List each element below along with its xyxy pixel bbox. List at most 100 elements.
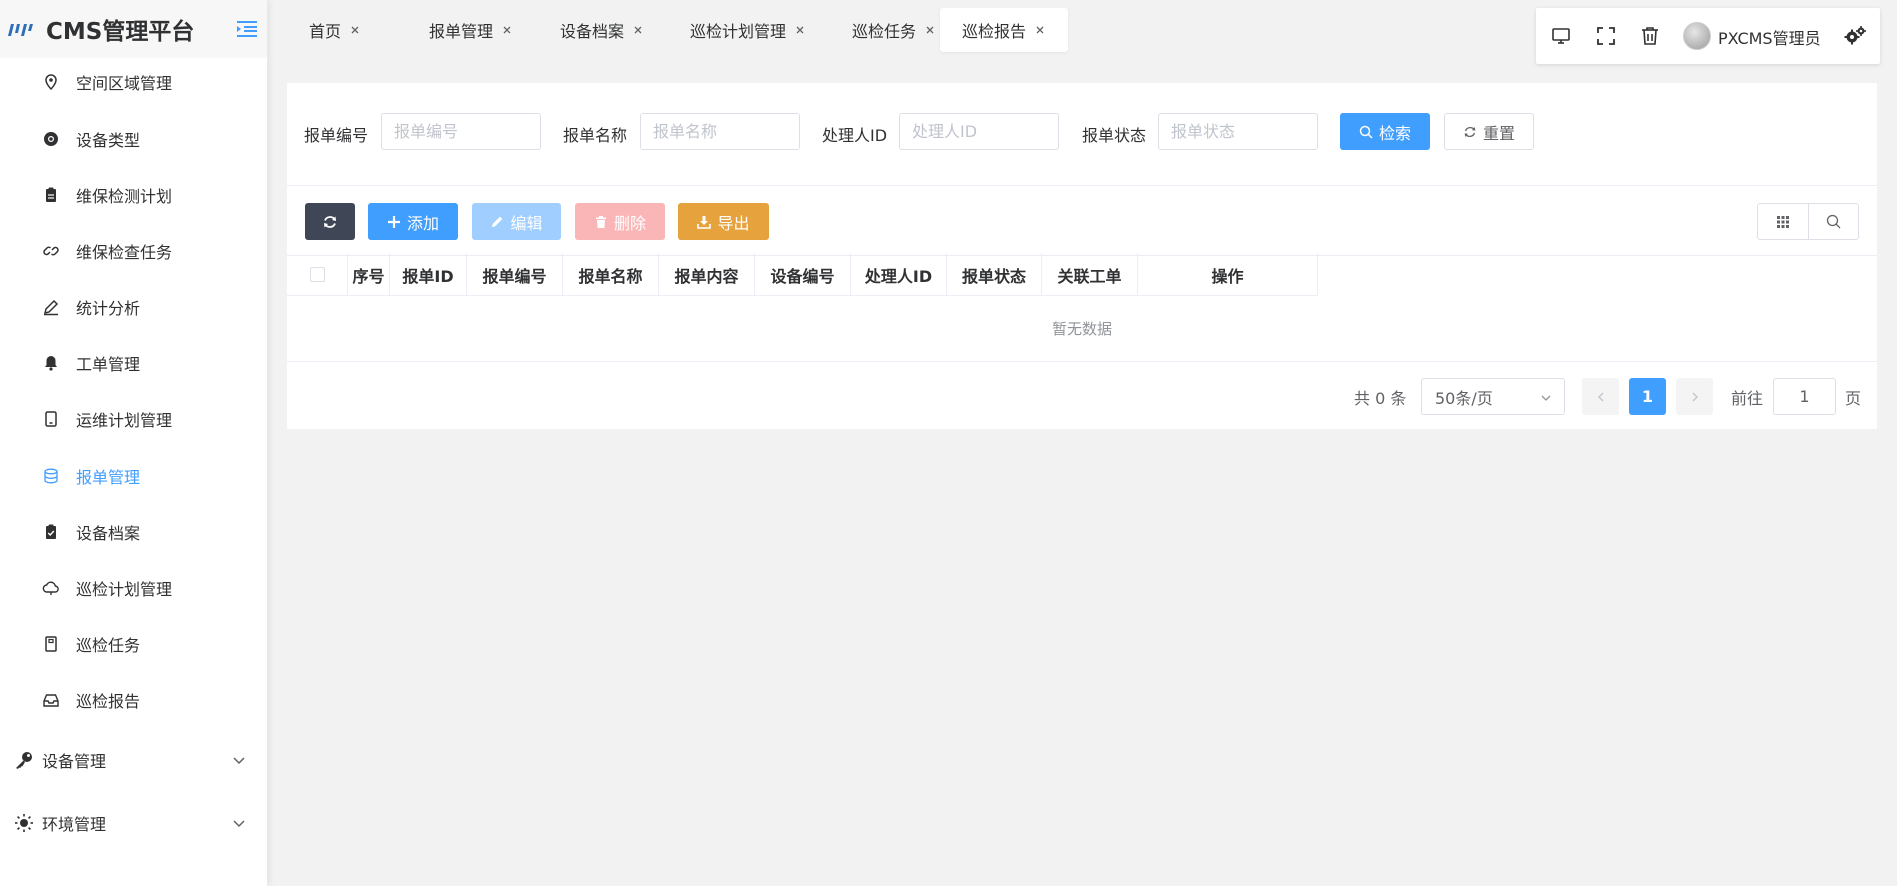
tab-inspection-report[interactable]: 巡检报告 — [940, 8, 1069, 52]
notebook-icon — [42, 635, 60, 653]
close-icon[interactable] — [924, 24, 936, 36]
report-name-input[interactable] — [640, 113, 800, 150]
sidebar-item-statistics[interactable]: 统计分析 — [0, 287, 268, 327]
trash-icon[interactable] — [1638, 24, 1662, 48]
handler-id-input[interactable] — [899, 113, 1059, 150]
search-form: 报单编号 报单名称 处理人ID 报单状态 检索 重置 — [287, 83, 1877, 186]
column-header[interactable]: 报单ID — [390, 253, 467, 296]
refresh-button[interactable] — [305, 203, 355, 240]
column-header[interactable]: 序号 — [348, 253, 390, 296]
close-icon[interactable] — [1034, 24, 1046, 36]
close-icon[interactable] — [632, 24, 644, 36]
sidebar-item-label: 维保检查任务 — [76, 243, 173, 262]
fullscreen-icon[interactable] — [1594, 24, 1618, 48]
chevron-down-icon — [1540, 392, 1552, 404]
sidebar-item-work-order[interactable]: 工单管理 — [0, 343, 268, 383]
column-header[interactable]: 报单编号 — [467, 253, 563, 296]
sidebar-item-maintenance-task[interactable]: 维保检查任务 — [0, 231, 268, 271]
brand-header: CMS管理平台 — [0, 0, 267, 58]
reset-button-label: 重置 — [1482, 123, 1515, 143]
edit-button[interactable]: 编辑 — [472, 203, 561, 240]
search-button[interactable]: 检索 — [1340, 113, 1430, 150]
search-icon — [1826, 214, 1841, 229]
sidebar-item-ops-plan[interactable]: 运维计划管理 — [0, 399, 268, 439]
goto-suffix: 页 — [1845, 389, 1862, 408]
tab-report-management[interactable]: 报单管理 — [407, 8, 535, 52]
action-toolbar: 添加 编辑 删除 导出 — [287, 187, 1877, 256]
sidebar-group-device-management[interactable]: 设备管理 — [0, 738, 268, 782]
chevron-down-icon — [232, 753, 246, 767]
sidebar-item-inspection-task[interactable]: 巡检任务 — [0, 624, 268, 664]
column-header[interactable]: 设备编号 — [755, 253, 851, 296]
prev-page-button[interactable] — [1582, 378, 1619, 415]
close-icon[interactable] — [349, 24, 361, 36]
sidebar-group-label: 设备管理 — [42, 752, 107, 771]
add-button-label: 添加 — [406, 213, 439, 233]
sidebar-item-label: 设备档案 — [76, 524, 141, 543]
sidebar-group-environment-management[interactable]: 环境管理 — [0, 801, 268, 845]
column-header[interactable]: 报单名称 — [563, 253, 659, 296]
select-all-checkbox[interactable] — [309, 267, 325, 282]
edit-button-label: 编辑 — [510, 213, 543, 233]
chevron-right-icon — [1690, 392, 1700, 402]
close-icon[interactable] — [794, 24, 806, 36]
export-button[interactable]: 导出 — [678, 203, 769, 240]
tab-label: 报单管理 — [429, 22, 494, 41]
column-header[interactable]: 关联工单 — [1042, 253, 1138, 296]
sidebar-group-label: 环境管理 — [42, 815, 107, 834]
delete-button[interactable]: 删除 — [575, 203, 665, 240]
tab-label: 巡检计划管理 — [690, 22, 787, 41]
tab-inspection-task[interactable]: 巡检任务 — [830, 8, 958, 52]
avatar[interactable] — [1683, 22, 1711, 50]
sidebar-item-inspection-plan[interactable]: 巡检计划管理 — [0, 568, 268, 608]
settings-gears-icon[interactable] — [1843, 24, 1867, 48]
collapse-menu-icon[interactable] — [236, 20, 258, 38]
clipboard-icon — [42, 186, 60, 204]
column-header[interactable]: 报单内容 — [659, 253, 755, 296]
page-number-current[interactable]: 1 — [1629, 378, 1666, 415]
monitor-icon[interactable] — [1549, 24, 1573, 48]
key-icon — [14, 750, 34, 770]
report-number-input[interactable] — [381, 113, 541, 150]
chrome-icon — [42, 130, 60, 148]
tab-label: 首页 — [309, 22, 342, 41]
toggle-search-button[interactable] — [1808, 204, 1858, 239]
sidebar-item-label: 统计分析 — [76, 299, 141, 318]
location-pin-icon — [42, 73, 60, 91]
sidebar-item-space-area[interactable]: 空间区域管理 — [0, 62, 268, 102]
page-size-value: 50条/页 — [1435, 388, 1493, 408]
refresh-icon — [322, 214, 338, 230]
column-header[interactable]: 处理人ID — [851, 253, 947, 296]
reset-button[interactable]: 重置 — [1444, 113, 1534, 150]
sun-icon — [14, 813, 34, 833]
tab-inspection-plan[interactable]: 巡检计划管理 — [668, 8, 828, 52]
page-size-select[interactable]: 50条/页 — [1421, 378, 1565, 415]
tab-label: 设备档案 — [560, 22, 625, 41]
sidebar-item-report-management[interactable]: 报单管理 — [0, 456, 268, 496]
column-header[interactable]: 报单状态 — [947, 253, 1042, 296]
table-view-controls — [1757, 203, 1859, 240]
tab-label: 巡检报告 — [962, 22, 1027, 41]
sidebar-item-label: 运维计划管理 — [76, 411, 173, 430]
database-icon — [42, 467, 60, 485]
username[interactable]: PXCMS管理员 — [1718, 25, 1821, 49]
sidebar-item-inspection-report[interactable]: 巡检报告 — [0, 680, 268, 720]
sidebar-item-label: 巡检任务 — [76, 636, 141, 655]
sidebar-item-device-type[interactable]: 设备类型 — [0, 119, 268, 159]
report-status-input[interactable] — [1158, 113, 1318, 150]
trash-icon — [594, 215, 608, 229]
next-page-button[interactable] — [1676, 378, 1713, 415]
tab-home[interactable]: 首页 — [287, 8, 383, 52]
columns-toggle-button[interactable] — [1758, 204, 1808, 239]
pen-icon — [42, 298, 60, 316]
close-icon[interactable] — [501, 24, 513, 36]
sidebar-item-maintenance-plan[interactable]: 维保检测计划 — [0, 175, 268, 215]
goto-page-input[interactable] — [1773, 378, 1836, 415]
add-button[interactable]: 添加 — [368, 203, 458, 240]
sidebar-item-device-archive[interactable]: 设备档案 — [0, 512, 268, 552]
report-name-label: 报单名称 — [563, 126, 628, 145]
handler-id-label: 处理人ID — [822, 126, 888, 145]
pencil-icon — [490, 215, 504, 229]
tab-device-archive[interactable]: 设备档案 — [538, 8, 666, 52]
sidebar-item-label: 巡检计划管理 — [76, 580, 173, 599]
